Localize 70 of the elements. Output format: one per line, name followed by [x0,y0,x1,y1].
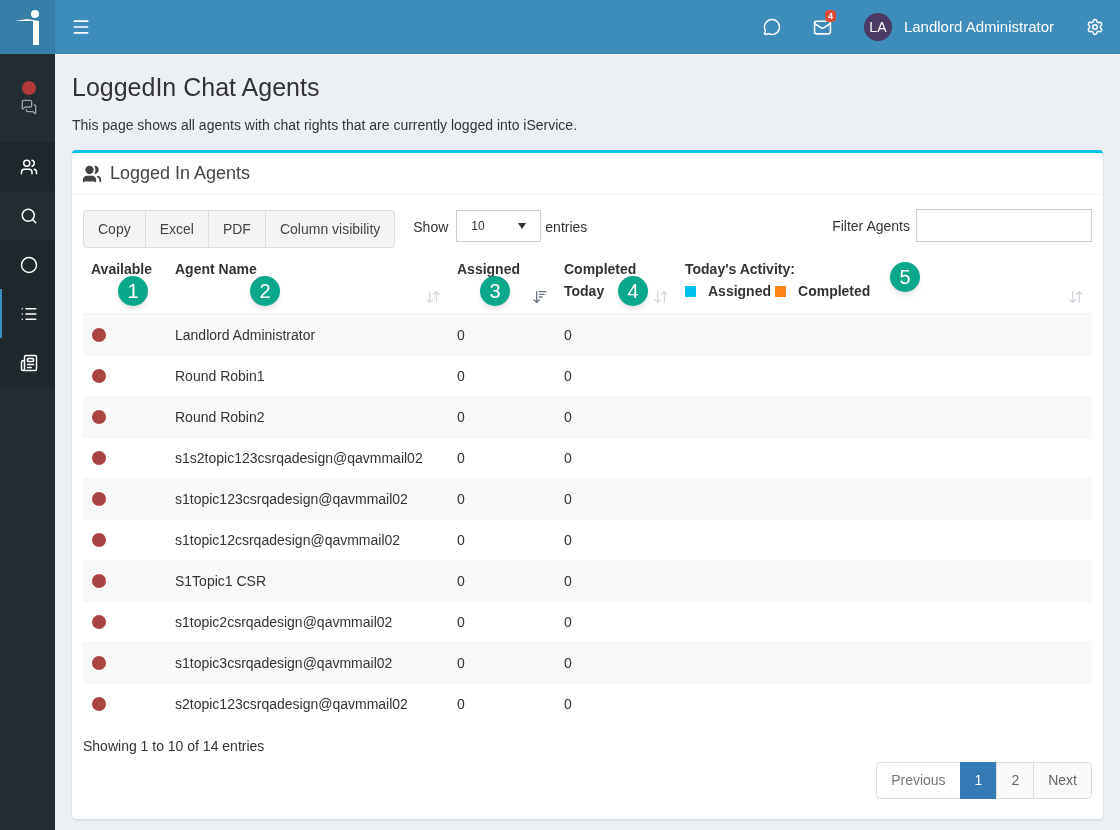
export-button[interactable]: Column visibility [264,210,396,249]
card-icon [19,353,38,372]
agent-name: s2topic123csrqadesign@qavmmail02 [175,695,408,712]
mail-icon[interactable] [812,17,832,37]
completed-count: 0 [564,326,572,343]
assigned-count: 0 [457,613,465,630]
legend-label: Completed [798,282,871,302]
column-header[interactable]: Today's Activity: [685,258,795,281]
filter-label: Filter Agents [832,217,910,237]
menu-icon[interactable] [71,17,91,37]
users-icon [19,157,38,176]
agent-name: s1topic123csrqadesign@qavmmail02 [175,490,408,507]
chat-bubble-icon[interactable] [762,18,781,36]
assigned-count: 0 [457,654,465,671]
previous-button[interactable]: Previous [876,762,961,800]
completed-count: 0 [564,367,572,384]
assigned-count: 0 [457,367,465,384]
logo-icon[interactable] [0,0,55,54]
entries-info: Showing 1 to 10 of 14 entries [83,737,266,757]
assigned-count: 0 [457,408,465,425]
export-button[interactable]: Copy [83,210,146,249]
show-label: Show [413,218,449,238]
user-avatar[interactable]: LA [863,13,892,41]
assigned-count: 0 [457,531,465,548]
agent-name: Round Robin2 [175,408,265,425]
agent-name: s1s2topic123csrqadesign@qavmmail02 [175,449,423,466]
completed-count: 0 [564,449,572,466]
agent-name: S1Topic1 CSR [175,572,267,589]
completed-count: 0 [564,613,572,630]
entries-label: entries [545,218,588,238]
legend-label: Assigned [708,282,771,302]
sidebar-item[interactable] [0,338,55,387]
user-name[interactable]: Landlord Administrator [903,15,1054,39]
export-button[interactable]: PDF [207,210,266,249]
sidebar-item[interactable] [0,240,55,289]
completed-count: 0 [564,572,572,589]
page-button[interactable]: 2 [996,762,1035,800]
panel-title: Logged In Agents [110,162,251,186]
next-button[interactable]: Next [1033,762,1092,800]
completed-count: 0 [564,531,572,548]
search-icon [19,206,38,225]
notification-badge: 4 [824,9,836,22]
circle-icon [19,255,38,274]
chat-icon [20,99,37,115]
assigned-count: 0 [457,449,465,466]
completed-count: 0 [564,408,572,425]
agent-name: s1topic12csrqadesign@qavmmail02 [175,531,401,548]
sort-descending-icon[interactable] [532,289,548,306]
sidebar-item[interactable] [0,142,55,191]
page-button[interactable]: 1 [959,762,998,800]
completed-count: 0 [564,695,572,712]
entries-dropdown[interactable]: 10 [456,210,542,243]
assigned-count: 0 [457,326,465,343]
agent-name: s1topic3csrqadesign@qavmmail02 [175,654,393,671]
agent-name: s1topic2csrqadesign@qavmmail02 [175,613,393,630]
caret-icon [518,223,527,230]
filter-input[interactable] [916,209,1092,243]
settings-icon[interactable] [1086,18,1104,36]
assigned-count: 0 [457,490,465,507]
assigned-count: 0 [457,695,465,712]
users-icon [82,163,102,184]
agent-name: Landlord Administrator [175,326,316,343]
page-title: LoggedIn Chat Agents [72,72,321,103]
completed-count: 0 [564,654,572,671]
agent-name: Round Robin1 [175,367,265,384]
assigned-count: 0 [457,572,465,589]
export-button[interactable]: Excel [144,210,209,249]
page-description: This page shows all agents with chat rights that are currently logged into iService. [72,116,579,136]
column-header[interactable]: Today [564,280,605,303]
completed-count: 0 [564,490,572,507]
